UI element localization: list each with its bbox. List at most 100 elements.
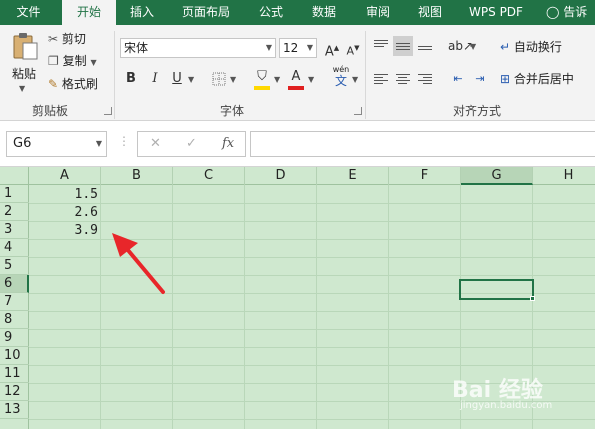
- bottom-align-button[interactable]: [415, 36, 435, 56]
- row-header-1[interactable]: 1: [0, 185, 29, 203]
- merge-center-button[interactable]: ⊞ 合并后居中: [500, 70, 595, 88]
- merge-center-label: 合并后居中: [513, 72, 574, 86]
- align-center-button[interactable]: [393, 69, 413, 89]
- font-size-select[interactable]: 12 ▼: [279, 38, 317, 58]
- row-header-9[interactable]: 9: [0, 329, 29, 347]
- increase-indent-button[interactable]: ⇥: [470, 69, 490, 89]
- row-header-3[interactable]: 3: [0, 221, 29, 239]
- cancel-icon[interactable]: ✕: [150, 136, 161, 151]
- grid-column-line: [244, 167, 245, 429]
- tell-me-label: 告诉: [563, 5, 588, 19]
- middle-align-button[interactable]: [393, 36, 413, 56]
- column-header-g[interactable]: G: [461, 167, 533, 185]
- row-header-4[interactable]: 4: [0, 239, 29, 257]
- alignment-group-label: 对齐方式: [453, 104, 502, 118]
- format-painter-label: 格式刷: [61, 77, 98, 91]
- font-size-value: 12: [283, 41, 299, 55]
- underline-button[interactable]: U: [167, 69, 187, 89]
- insert-function-icon[interactable]: fx: [222, 136, 234, 151]
- fill-color-button[interactable]: ⛉: [252, 67, 272, 90]
- font-name-select[interactable]: 宋体 ▼: [120, 38, 276, 58]
- selected-cell-g6[interactable]: [459, 279, 534, 300]
- name-box-value: G6: [13, 136, 32, 151]
- row-header-2[interactable]: 2: [0, 203, 29, 221]
- row-header-12[interactable]: 12: [0, 383, 29, 401]
- row-header-13[interactable]: 13: [0, 401, 29, 419]
- cell-a3[interactable]: 3.9: [29, 222, 101, 240]
- enter-icon[interactable]: ✓: [186, 136, 197, 151]
- phonetic-char: 文: [334, 74, 347, 88]
- tab-data[interactable]: 数据: [298, 0, 350, 25]
- copy-button[interactable]: ❐ 复制 ▼: [48, 52, 108, 72]
- shrink-font-button[interactable]: A▼: [343, 38, 363, 58]
- column-header-c[interactable]: C: [173, 167, 245, 185]
- top-align-button[interactable]: [371, 36, 391, 56]
- grid-row-line: [0, 329, 595, 330]
- clipboard-group-label: 剪贴板: [32, 104, 69, 118]
- column-header-a[interactable]: A: [29, 167, 101, 185]
- column-header-f[interactable]: F: [389, 167, 461, 185]
- underline-dropdown-icon[interactable]: ▼: [188, 75, 194, 84]
- tab-wps-pdf[interactable]: WPS PDF: [456, 0, 536, 25]
- spreadsheet-grid[interactable]: ABCDEFGH 1 2 3 4 5 6 7 8 9 10 11 12 13 1.5 2.6 3.9 B…: [0, 167, 595, 429]
- row-header-8[interactable]: 8: [0, 311, 29, 329]
- formula-buttons: ✕ ✓ fx: [137, 131, 246, 157]
- decrease-indent-button[interactable]: ⇤: [448, 69, 468, 89]
- phonetic-dropdown-icon[interactable]: ▼: [352, 75, 358, 84]
- formula-input[interactable]: [250, 131, 595, 157]
- orientation-dropdown-icon[interactable]: ▼: [470, 42, 476, 51]
- tab-insert[interactable]: 插入: [118, 0, 166, 25]
- middle-align-icon: [396, 43, 410, 52]
- font-dialog-launcher-icon[interactable]: [354, 107, 362, 115]
- font-color-dropdown-icon[interactable]: ▼: [308, 75, 314, 84]
- fill-handle[interactable]: [530, 296, 535, 301]
- borders-button[interactable]: [209, 69, 229, 89]
- shrink-font-icon: A: [346, 44, 355, 58]
- tab-view[interactable]: 视图: [406, 0, 454, 25]
- tab-tell-me[interactable]: ◯ 告诉: [546, 0, 595, 25]
- cut-button[interactable]: ✂ 剪切: [48, 30, 100, 48]
- grow-font-icon: A: [324, 44, 334, 60]
- chevron-down-icon: ▼: [95, 139, 102, 148]
- cell-a1[interactable]: 1.5: [29, 186, 101, 204]
- row-header-6[interactable]: 6: [0, 275, 29, 293]
- format-painter-button[interactable]: ✎ 格式刷: [48, 75, 108, 93]
- orientation-button[interactable]: ab↗: [448, 36, 473, 56]
- tab-home[interactable]: 开始: [62, 0, 116, 25]
- select-all-corner[interactable]: [0, 167, 29, 185]
- align-right-button[interactable]: [415, 69, 435, 89]
- row-header-10[interactable]: 10: [0, 347, 29, 365]
- paste-button[interactable]: 粘贴 ▼: [6, 29, 42, 93]
- align-left-icon: [374, 74, 388, 86]
- row-headers: 1 2 3 4 5 6 7 8 9 10 11 12 13: [0, 185, 29, 429]
- grow-font-button[interactable]: A▲: [322, 38, 342, 60]
- fill-color-dropdown-icon[interactable]: ▼: [274, 75, 280, 84]
- row-header-7[interactable]: 7: [0, 293, 29, 311]
- font-color-button[interactable]: A: [286, 67, 306, 90]
- wrap-text-button[interactable]: ↵ 自动换行: [500, 38, 595, 56]
- tab-page-layout[interactable]: 页面布局: [168, 0, 244, 25]
- bold-button[interactable]: B: [121, 69, 141, 89]
- clipboard-dialog-launcher-icon[interactable]: [104, 107, 112, 115]
- column-header-h[interactable]: H: [533, 167, 595, 185]
- borders-dropdown-icon[interactable]: ▼: [230, 75, 236, 84]
- column-header-d[interactable]: D: [245, 167, 317, 185]
- name-box[interactable]: G6 ▼: [6, 131, 107, 157]
- align-center-icon: [396, 74, 410, 86]
- align-left-button[interactable]: [371, 69, 391, 89]
- row-header-5[interactable]: 5: [0, 257, 29, 275]
- phonetic-guide-button[interactable]: wén 文: [330, 65, 352, 91]
- italic-button[interactable]: I: [145, 69, 165, 89]
- grid-row-line: [0, 275, 595, 276]
- row-header-11[interactable]: 11: [0, 365, 29, 383]
- tab-review[interactable]: 审阅: [352, 0, 404, 25]
- tab-file[interactable]: 文件: [0, 0, 57, 25]
- grid-row-line: [0, 365, 595, 366]
- tab-formulas[interactable]: 公式: [246, 0, 296, 25]
- grid-row-line: [0, 347, 595, 348]
- chevron-down-icon: ▼: [265, 43, 272, 52]
- font-color-swatch: [288, 86, 304, 90]
- column-header-e[interactable]: E: [317, 167, 389, 185]
- cell-a2[interactable]: 2.6: [29, 204, 101, 222]
- column-header-b[interactable]: B: [101, 167, 173, 185]
